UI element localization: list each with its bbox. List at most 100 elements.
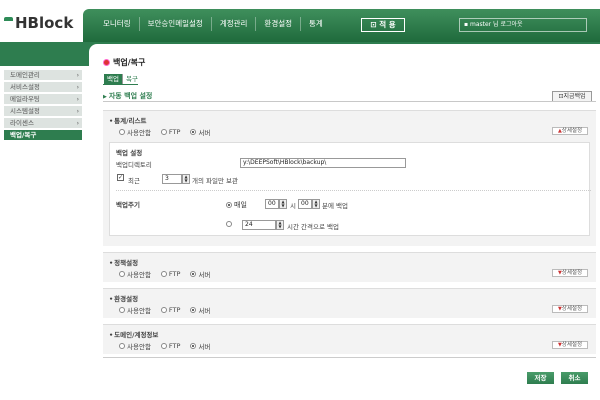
radio-none[interactable]: 사용안함: [119, 269, 151, 279]
radio-ftp[interactable]: FTP: [160, 305, 181, 315]
sidebar-item-service[interactable]: 서비스설정 ›: [4, 82, 82, 93]
nav-monitoring[interactable]: 모니터링: [95, 17, 140, 31]
radio-ftp[interactable]: FTP: [160, 269, 180, 279]
env-radio-group: 사용안함 FTP 서버: [119, 305, 210, 315]
radio-label: 매일: [234, 201, 247, 209]
page-title-text: 백업/복구: [113, 58, 146, 67]
group-env: 환경설정 사용안함 FTP 서버 ▼상세설정: [103, 288, 596, 318]
radio-label: 서버: [198, 343, 211, 351]
radio-label: FTP: [168, 306, 181, 314]
logo-mark-icon: [4, 17, 14, 29]
radio-dot: [190, 271, 197, 277]
group-stats: 통계/리스트 사용안함 FTP 서버 ▲상세설정 백업 설정 백업디렉토리 y:…: [103, 110, 596, 246]
hour-spinner[interactable]: ▲ ▼: [279, 199, 287, 209]
keep-suffix: 개의 파일만 보관: [192, 177, 238, 185]
sidebar-item-system[interactable]: 시스템설정 ›: [4, 106, 82, 117]
backup-now-label: 지금백업: [563, 93, 586, 100]
chevron-right-icon: ›: [76, 84, 79, 91]
nav-settings[interactable]: 환경설정: [256, 17, 302, 31]
radio-dot: [190, 129, 197, 135]
cancel-button[interactable]: 취소: [561, 372, 588, 384]
env-detail-button[interactable]: ▼상세설정: [552, 305, 588, 313]
radio-none[interactable]: 사용안함: [119, 341, 151, 351]
group-title: 도메인/계정정보: [109, 329, 158, 339]
domain-radio-group: 사용안함 FTP 서버: [119, 341, 210, 351]
radio-server[interactable]: 서버: [190, 127, 210, 137]
apply-icon: ⊡: [370, 20, 380, 29]
sidebar-item-label: 메일라우팅: [10, 95, 40, 103]
radio-label: 서버: [198, 307, 211, 315]
radio-dot: [160, 271, 167, 277]
radio-none[interactable]: 사용안함: [119, 127, 151, 137]
radio-label: 서버: [198, 129, 211, 137]
tab-backup[interactable]: 백업: [104, 74, 122, 84]
hour-input[interactable]: 00: [265, 199, 279, 209]
interval-suffix: 시간 간격으로 백업: [287, 223, 339, 231]
radio-label: FTP: [168, 128, 181, 136]
minute-spinner[interactable]: ▲ ▼: [312, 199, 320, 209]
tab-restore[interactable]: 복구: [121, 74, 141, 84]
radio-dot: [119, 271, 125, 277]
page-title: 백업/복구: [103, 57, 145, 68]
sidebar-item-label: 백업/복구: [10, 131, 37, 139]
policy-detail-button[interactable]: ▼상세설정: [552, 269, 588, 277]
stats-detail-button[interactable]: ▲상세설정: [552, 127, 588, 135]
radio-dot: [226, 221, 232, 227]
top-nav: 모니터링 보안승인메일설정 계정관리 환경설정 통계: [95, 17, 331, 31]
hblock-logo[interactable]: HBlock: [4, 14, 73, 32]
radio-server[interactable]: 서버: [190, 269, 210, 279]
sidebar-item-backup[interactable]: 백업/복구: [4, 130, 82, 141]
radio-dot: [119, 307, 125, 313]
radio-server[interactable]: 서버: [190, 305, 210, 315]
backup-dir-label: 백업디렉토리: [116, 161, 152, 169]
group-policy: 정책설정 사용안함 FTP 서버 ▼상세설정: [103, 252, 596, 282]
header: HBlock 모니터링 보안승인메일설정 계정관리 환경설정 통계 ⊡ 적 용 …: [0, 0, 600, 42]
user-box[interactable]: ▪ master 님 로그아웃: [459, 18, 587, 32]
radio-ftp[interactable]: FTP: [160, 341, 181, 351]
radio-label: 사용안함: [127, 343, 151, 351]
section-title: 자동 백업 설정: [103, 91, 153, 101]
group-domain: 도메인/계정정보 사용안함 FTP 서버 ▼상세설정: [103, 324, 596, 354]
title-bullet-icon: [103, 59, 110, 66]
detail-label: 상세설정: [561, 342, 583, 348]
radio-label: 사용안함: [127, 271, 151, 279]
sidebar-item-label: 라이센스: [10, 119, 34, 127]
apply-button[interactable]: ⊡ 적 용: [361, 18, 405, 32]
radio-interval[interactable]: [226, 221, 232, 227]
keep-count-spinner[interactable]: ▲ ▼: [182, 174, 190, 184]
keep-count-input[interactable]: 3: [162, 174, 182, 184]
inner-divider: [116, 190, 591, 191]
radio-dot: [190, 307, 197, 313]
interval-spinner[interactable]: ▲ ▼: [276, 220, 284, 230]
nav-account[interactable]: 계정관리: [212, 17, 257, 31]
domain-detail-button[interactable]: ▼상세설정: [552, 341, 588, 349]
detail-label: 상세설정: [561, 128, 583, 134]
sidebar-item-domain[interactable]: 도메인관리 ›: [4, 70, 82, 81]
radio-ftp[interactable]: FTP: [160, 127, 181, 137]
sidebar-item-routing[interactable]: 메일라우팅 ›: [4, 94, 82, 105]
radio-none[interactable]: 사용안함: [119, 305, 151, 315]
keep-checkbox[interactable]: ✓: [117, 174, 124, 181]
nav-statistics[interactable]: 통계: [301, 17, 331, 31]
sidebar-item-license[interactable]: 라이센스 ›: [4, 118, 82, 129]
policy-radio-group: 사용안함 FTP 서버: [119, 269, 210, 279]
sidebar-item-label: 도메인관리: [10, 71, 40, 79]
radio-dot: [119, 343, 125, 349]
radio-daily[interactable]: 매일: [226, 200, 247, 210]
radio-label: 사용안함: [127, 307, 151, 315]
radio-label: FTP: [168, 342, 181, 350]
radio-server[interactable]: 서버: [190, 341, 210, 351]
radio-label: 사용안함: [127, 129, 151, 137]
detail-label: 상세설정: [561, 270, 583, 276]
section-divider: [103, 101, 596, 102]
footer-divider: [103, 357, 596, 358]
save-button[interactable]: 저장: [527, 372, 554, 384]
schedule-title: 백업주기: [116, 201, 140, 209]
minute-input[interactable]: 00: [298, 199, 312, 209]
backup-dir-input[interactable]: y:\DEEPSoft\HBlock\backup\: [240, 158, 406, 168]
interval-input[interactable]: 24: [242, 220, 276, 230]
nav-security-mail[interactable]: 보안승인메일설정: [140, 17, 212, 31]
sidebar-item-label: 서비스설정: [10, 83, 40, 91]
chevron-right-icon: ›: [76, 96, 79, 103]
apply-label: 적 용: [379, 20, 396, 29]
